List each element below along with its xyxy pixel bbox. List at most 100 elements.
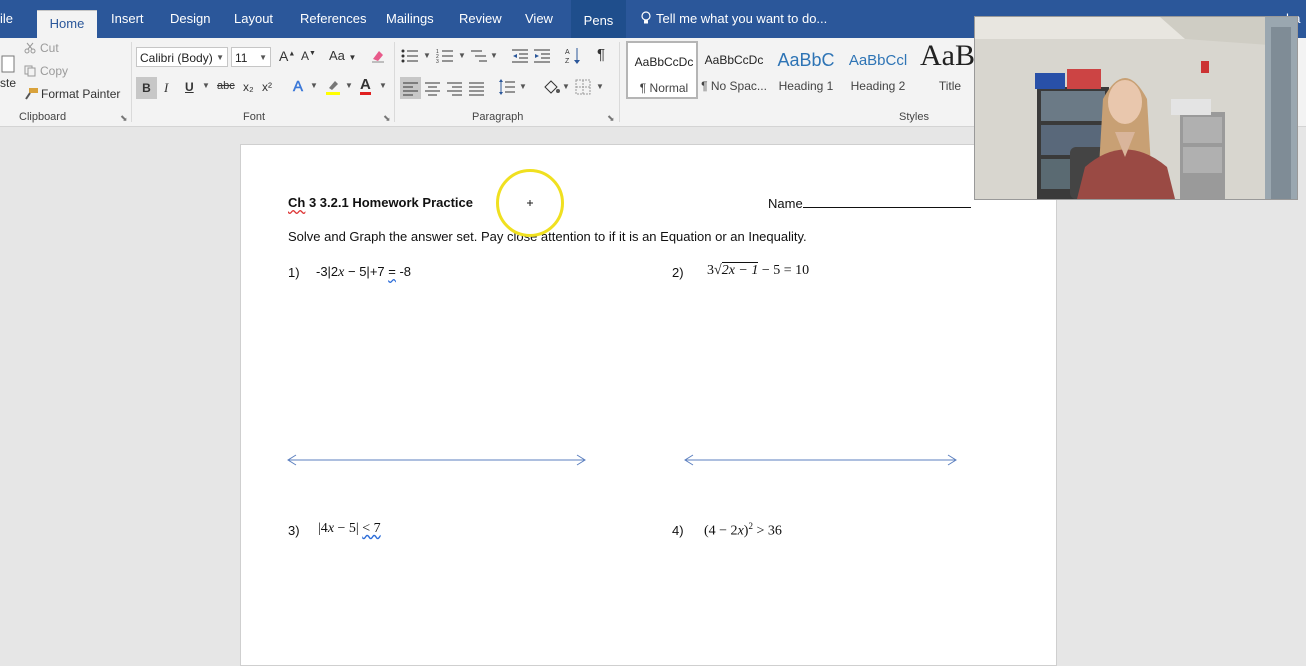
cut-label: Cut — [40, 41, 59, 55]
align-center-icon[interactable] — [425, 80, 440, 96]
copy-button[interactable]: Copy — [24, 64, 68, 78]
style-name: ¶ No Spac... — [701, 79, 767, 93]
expr-part: 3 — [707, 263, 714, 278]
increase-indent-icon[interactable] — [533, 48, 551, 64]
bold-button[interactable]: B — [136, 77, 157, 99]
chevron-down-icon[interactable]: ▼ — [562, 82, 570, 91]
tab-mailings[interactable]: Mailings — [386, 11, 434, 26]
paragraph-group-label: Paragraph — [472, 111, 524, 123]
bullets-icon[interactable] — [401, 48, 419, 64]
style-normal[interactable]: AaBbCcDc ¶ Normal — [626, 41, 698, 99]
cursor-highlight-ring — [496, 169, 564, 237]
superscript-button[interactable]: x² — [262, 80, 272, 94]
clipboard-dialog-launcher-icon[interactable]: ⬊ — [120, 113, 128, 124]
tab-insert[interactable]: Insert — [111, 11, 144, 26]
expr-part: − 5 = 10 — [758, 263, 810, 278]
subscript-button[interactable]: x₂ — [243, 80, 254, 94]
grow-font-icon: A — [279, 48, 289, 64]
style-name: Heading 1 — [778, 79, 834, 93]
problem-4-expression[interactable]: (4 − 2x)2 > 36 — [704, 521, 782, 540]
tell-me-box[interactable]: Tell me what you want to do... — [640, 11, 827, 26]
change-case-icon: Aa — [329, 48, 345, 63]
number-line-2[interactable] — [682, 453, 960, 467]
font-size-select[interactable]: 11 ▼ — [231, 47, 271, 67]
chevron-down-icon: ▼ — [259, 53, 267, 62]
webcam-overlay — [974, 16, 1298, 200]
chevron-down-icon[interactable]: ▼ — [490, 51, 498, 60]
font-family-select[interactable]: Calibri (Body) ▼ — [136, 47, 228, 67]
shading-icon[interactable] — [542, 78, 560, 96]
paintbrush-icon — [25, 88, 38, 100]
highlighter-icon[interactable] — [324, 78, 342, 96]
strikethrough-button[interactable]: abc — [217, 80, 235, 92]
paragraph-dialog-launcher-icon[interactable]: ⬊ — [607, 113, 615, 124]
name-field[interactable]: Name — [768, 195, 971, 211]
decrease-indent-icon[interactable] — [511, 48, 529, 64]
chevron-down-icon[interactable]: ▼ — [458, 51, 466, 60]
chevron-down-icon[interactable]: ▼ — [423, 51, 431, 60]
line-spacing-icon[interactable] — [498, 78, 516, 96]
align-right-icon[interactable] — [447, 80, 462, 96]
grow-font-button[interactable]: A▲ — [279, 48, 295, 64]
sort-icon[interactable]: AZ — [565, 47, 581, 65]
tab-review[interactable]: Review — [459, 11, 502, 26]
chevron-down-icon[interactable]: ▼ — [345, 81, 353, 90]
sqrt-icon: √ — [714, 263, 722, 278]
justify-icon[interactable] — [469, 80, 484, 96]
multilevel-list-icon[interactable] — [470, 48, 488, 64]
chevron-down-icon[interactable]: ▼ — [310, 81, 318, 90]
underline-button[interactable]: U — [185, 80, 194, 94]
tab-layout[interactable]: Layout — [234, 11, 273, 26]
tab-references[interactable]: References — [300, 11, 366, 26]
chevron-down-icon: ▼ — [216, 53, 224, 62]
style-no-spacing[interactable]: AaBbCcDc ¶ No Spac... — [698, 41, 770, 99]
expr-part: > 36 — [752, 523, 782, 539]
italic-button[interactable]: I — [164, 80, 168, 96]
tab-design[interactable]: Design — [170, 11, 210, 26]
chevron-down-icon[interactable]: ▼ — [202, 81, 210, 90]
tab-home[interactable]: Home — [37, 10, 97, 38]
expr-part: − 5| — [334, 521, 363, 536]
chevron-down-icon[interactable]: ▼ — [519, 82, 527, 91]
svg-text:3: 3 — [436, 59, 439, 64]
heading-prefix: Ch — [288, 195, 306, 210]
tab-pens[interactable]: Pens — [571, 0, 626, 38]
cut-button[interactable]: Cut — [24, 41, 59, 55]
borders-icon[interactable] — [575, 79, 591, 95]
style-heading-1[interactable]: AaBbC Heading 1 — [770, 41, 842, 99]
group-divider — [619, 42, 620, 122]
name-blank-line — [802, 195, 971, 208]
problem-2-expression[interactable]: 3√2x − 1 − 5 = 10 — [707, 262, 810, 279]
presenter-video-image — [975, 17, 1297, 199]
problem-1-expression[interactable]: -3|2x − 5|+7 = -8 — [316, 264, 411, 281]
document-page[interactable]: Ch 3 3.2.1 Homework Practice Name Solve … — [240, 144, 1057, 666]
document-canvas[interactable]: Ch 3 3.2.1 Homework Practice Name Solve … — [0, 127, 1306, 666]
name-label: Name — [768, 196, 803, 211]
problem-3-expression[interactable]: |4x − 5| < 7 — [318, 521, 381, 537]
shrink-font-button[interactable]: A▼ — [301, 49, 316, 63]
style-heading-2[interactable]: AaBbCcl Heading 2 — [842, 41, 914, 99]
tab-file[interactable]: ile — [0, 11, 13, 26]
paste-button[interactable]: ste — [0, 76, 16, 90]
numbering-icon[interactable]: 123 — [436, 48, 454, 64]
paste-icon[interactable] — [0, 52, 16, 74]
group-divider — [131, 42, 132, 122]
number-line-1[interactable] — [285, 453, 589, 467]
align-left-icon[interactable] — [400, 77, 421, 99]
format-painter-label: Format Painter — [41, 87, 121, 101]
document-heading[interactable]: Ch 3 3.2.1 Homework Practice — [288, 195, 473, 210]
change-case-button[interactable]: Aa ▼ — [329, 48, 356, 63]
chevron-down-icon[interactable]: ▼ — [379, 81, 387, 90]
font-size-value: 11 — [235, 51, 248, 65]
svg-text:Z: Z — [565, 58, 570, 65]
show-formatting-marks-button[interactable]: ¶ — [597, 46, 605, 63]
font-color-button[interactable]: A — [360, 77, 371, 95]
font-dialog-launcher-icon[interactable]: ⬊ — [383, 113, 391, 124]
text-effects-button[interactable]: A — [293, 78, 304, 96]
tell-me-text: Tell me what you want to do... — [656, 11, 828, 26]
problem-1-number: 1) — [288, 265, 300, 280]
tab-view[interactable]: View — [525, 11, 553, 26]
format-painter-button[interactable]: Format Painter — [24, 87, 120, 101]
clear-formatting-icon[interactable] — [370, 48, 386, 64]
chevron-down-icon[interactable]: ▼ — [596, 82, 604, 91]
